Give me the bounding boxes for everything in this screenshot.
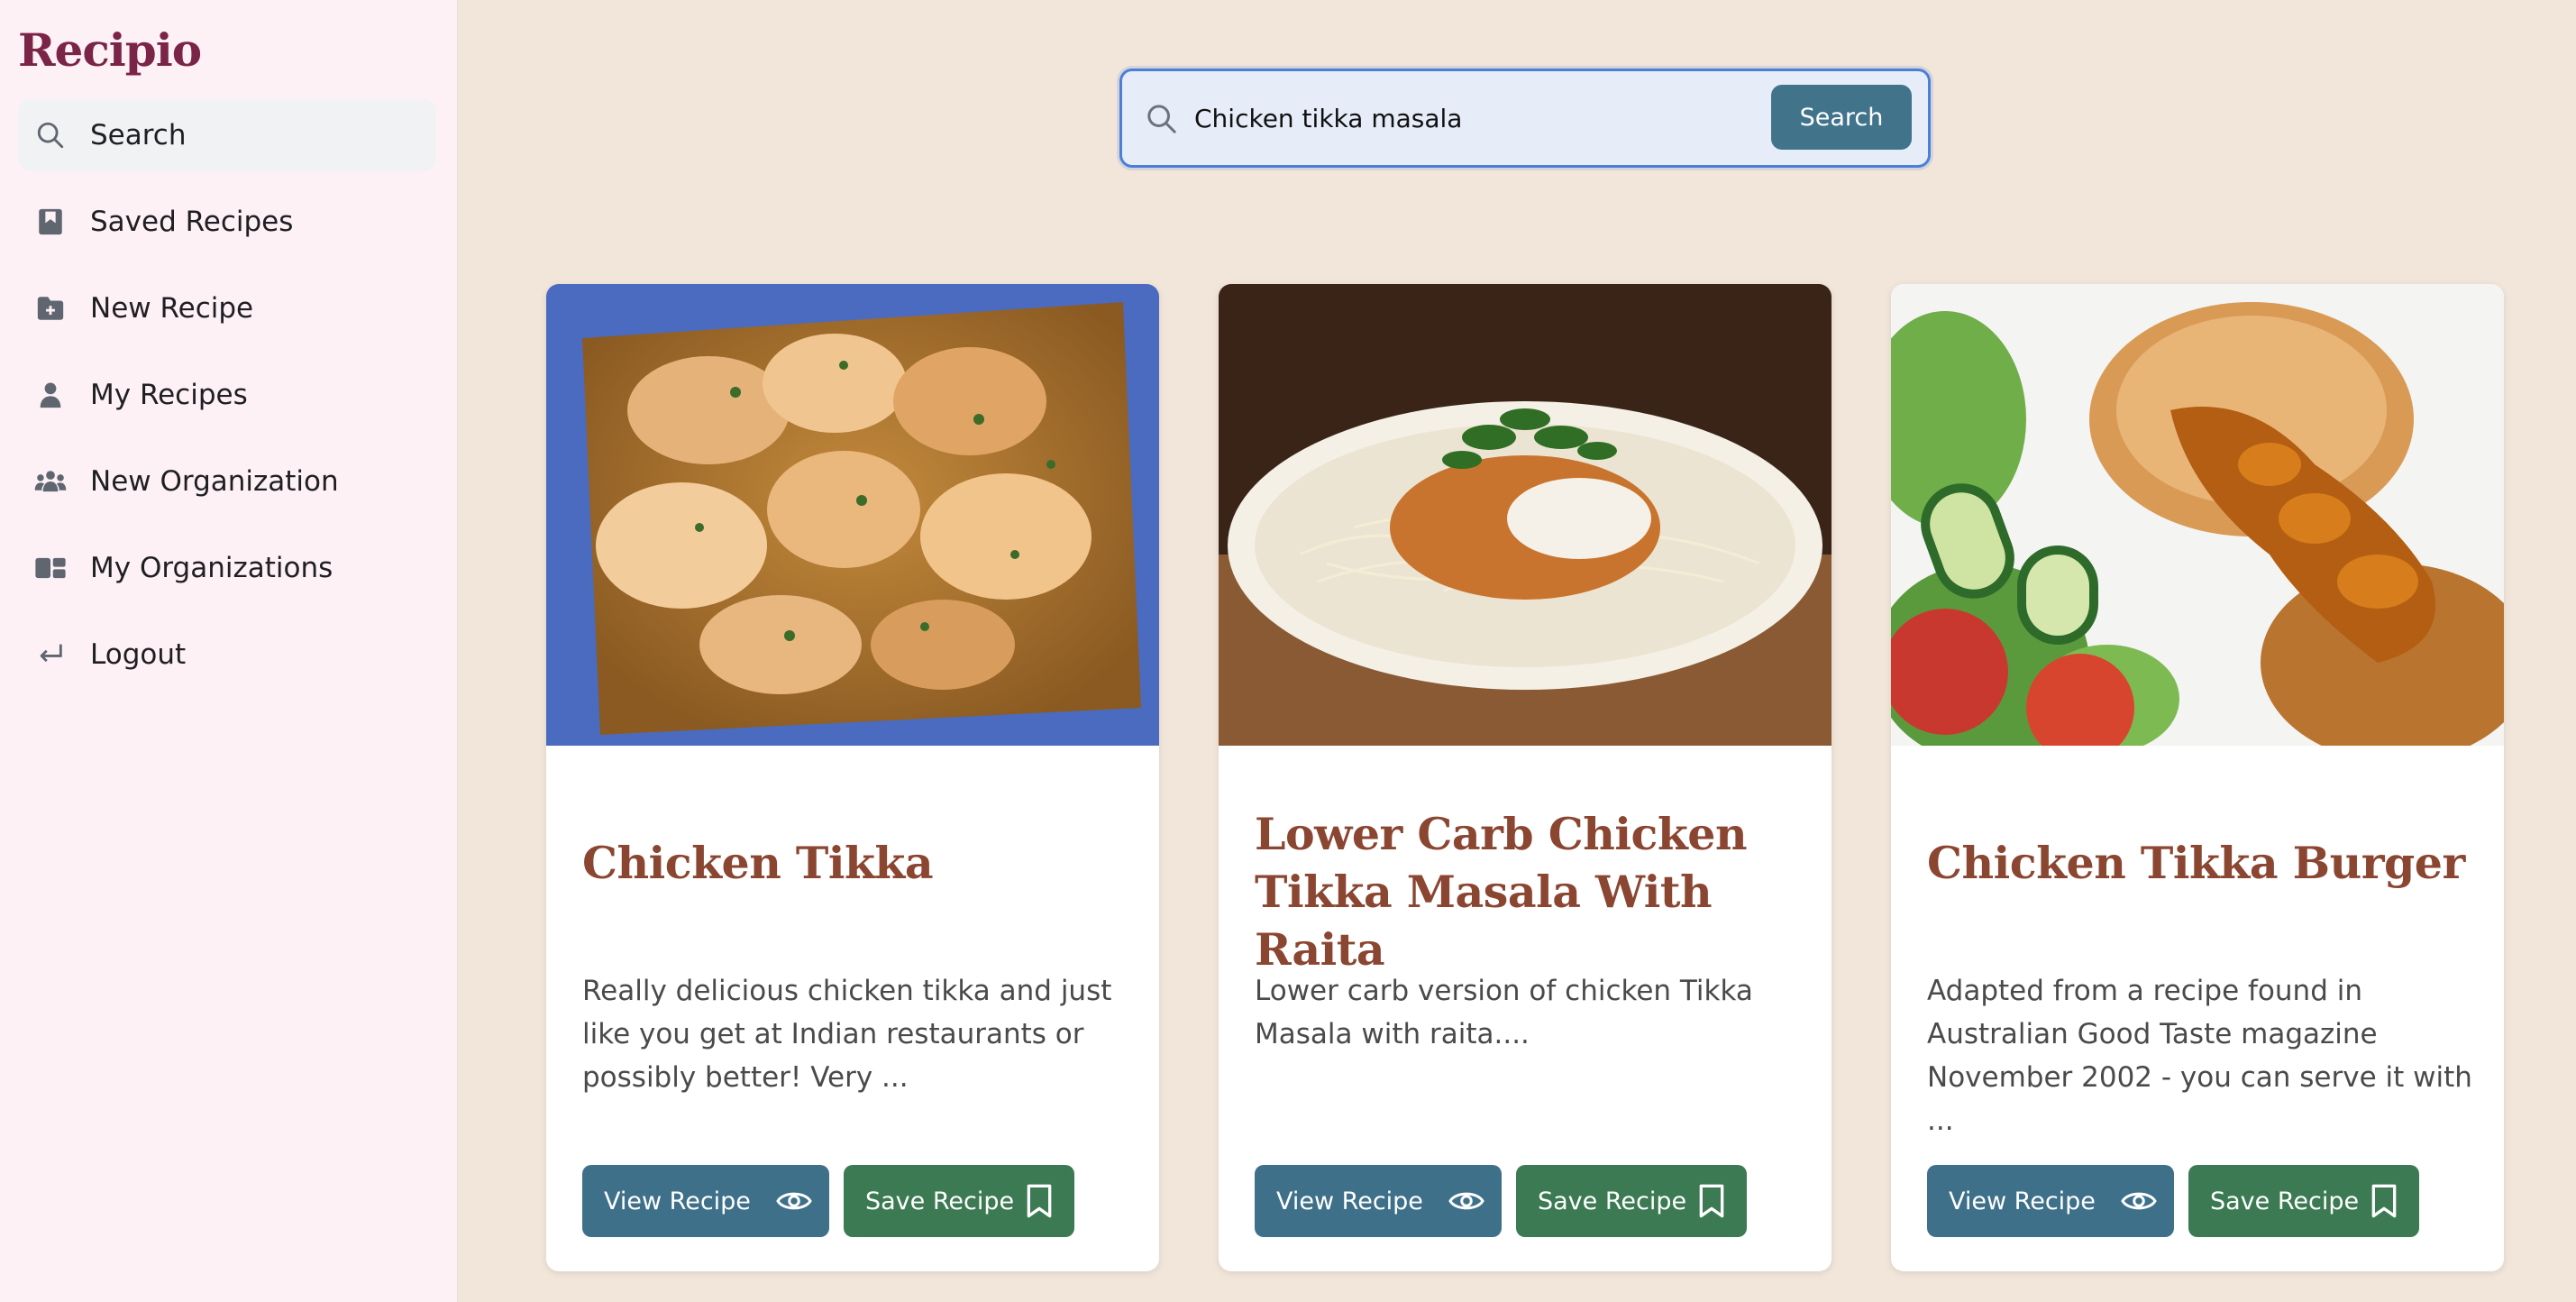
button-label: View Recipe (1949, 1187, 2096, 1215)
recipe-card: Chicken Tikka Burger Adapted from a reci… (1891, 284, 2504, 1271)
recipe-description: Lower carb version of chicken Tikka Masa… (1255, 975, 1753, 1050)
sidebar-item-logout[interactable]: Logout (18, 619, 436, 691)
view-recipe-button[interactable]: View Recipe (1927, 1165, 2174, 1237)
app-logo: Recipio (18, 23, 202, 77)
sidebar-item-label: Logout (90, 638, 187, 671)
sidebar-item-label: New Organization (90, 465, 339, 498)
recipe-image (546, 284, 1159, 746)
sidebar-item-my-organizations[interactable]: My Organizations (18, 532, 436, 604)
save-recipe-button[interactable]: Save Recipe (844, 1165, 1074, 1237)
sidebar-item-label: My Recipes (90, 379, 248, 411)
recipe-image (1891, 284, 2504, 746)
recipe-image (1219, 284, 1832, 746)
organizations-icon (34, 552, 67, 584)
sidebar-nav: Search Saved Recipes New Recipe My Recip… (18, 99, 436, 705)
save-recipe-button[interactable]: Save Recipe (1516, 1165, 1747, 1237)
recipe-title: Lower Carb Chicken Tikka Masala With Rai… (1255, 808, 1748, 976)
sidebar-item-new-organization[interactable]: New Organization (18, 445, 436, 518)
recipe-card: Chicken Tikka Really delicious chicken t… (546, 284, 1159, 1271)
people-group-icon (34, 465, 67, 498)
sidebar-item-search[interactable]: Search (18, 99, 436, 171)
person-icon (34, 379, 67, 411)
button-label: View Recipe (1276, 1187, 1423, 1215)
search-button[interactable]: Search (1771, 85, 1912, 150)
recipe-description: Really delicious chicken tikka and just … (582, 975, 1112, 1094)
bookmark-icon (2365, 1183, 2403, 1219)
logout-arrow-icon (34, 638, 67, 671)
recipe-title: Chicken Tikka Burger (1927, 837, 2465, 889)
search-input[interactable] (1194, 89, 1699, 147)
sidebar-item-label: Saved Recipes (90, 206, 294, 238)
button-label: Save Recipe (2210, 1187, 2360, 1215)
search-icon (34, 119, 67, 151)
sidebar: Recipio Search Saved Recipes New Recipe … (0, 0, 458, 1302)
search-icon (1144, 101, 1180, 137)
save-recipe-button[interactable]: Save Recipe (2188, 1165, 2419, 1237)
sidebar-item-my-recipes[interactable]: My Recipes (18, 359, 436, 431)
eye-icon (1448, 1183, 1485, 1219)
view-recipe-button[interactable]: View Recipe (582, 1165, 829, 1237)
search-bar: Search (1119, 69, 1931, 168)
button-label: Save Recipe (865, 1187, 1015, 1215)
eye-icon (2120, 1183, 2158, 1219)
bookmark-book-icon (34, 206, 67, 238)
button-label: View Recipe (604, 1187, 751, 1215)
button-label: Save Recipe (1538, 1187, 1687, 1215)
sidebar-item-label: New Recipe (90, 292, 254, 325)
sidebar-item-label: My Organizations (90, 552, 333, 584)
recipe-card: Lower Carb Chicken Tikka Masala With Rai… (1219, 284, 1832, 1271)
sidebar-item-new-recipe[interactable]: New Recipe (18, 272, 436, 344)
sidebar-item-saved-recipes[interactable]: Saved Recipes (18, 186, 436, 258)
view-recipe-button[interactable]: View Recipe (1255, 1165, 1502, 1237)
recipe-title: Chicken Tikka (582, 837, 934, 889)
bookmark-icon (1020, 1183, 1058, 1219)
folder-plus-icon (34, 292, 67, 325)
sidebar-item-label: Search (90, 119, 187, 151)
recipe-description: Adapted from a recipe found in Australia… (1927, 975, 2472, 1137)
eye-icon (775, 1183, 813, 1219)
bookmark-icon (1693, 1183, 1731, 1219)
